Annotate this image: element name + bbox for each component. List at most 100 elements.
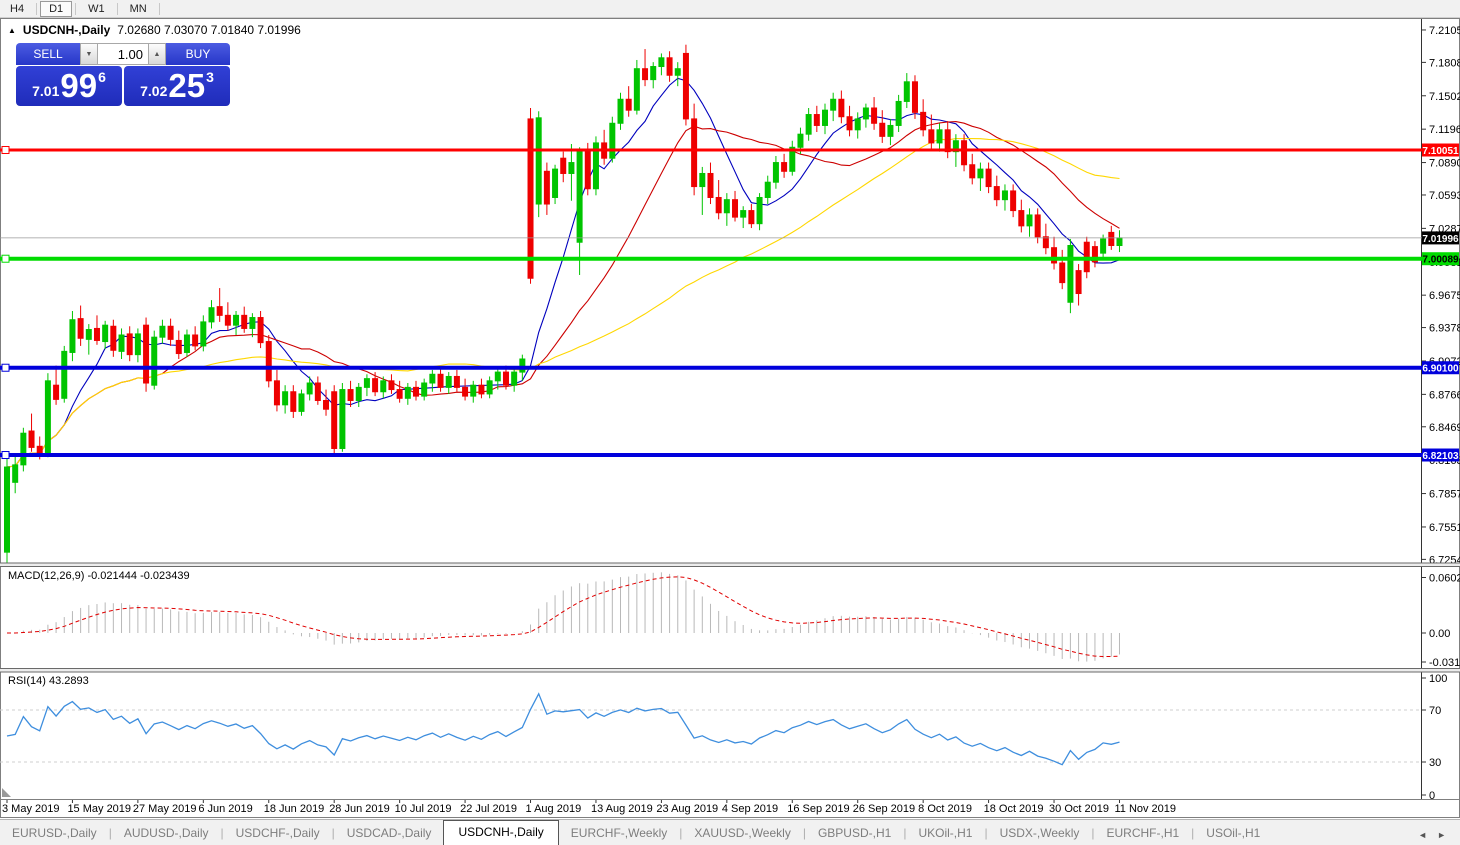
ask-price-panel[interactable]: 7.02 25 3 (124, 66, 230, 106)
ask-prefix: 7.02 (140, 83, 167, 99)
candle-body (757, 197, 762, 223)
candle-body (986, 169, 991, 186)
timeframe-button-h4[interactable]: H4 (1, 1, 33, 17)
candle-body (258, 318, 263, 343)
candle-body (479, 385, 484, 394)
rsi-axis-label: 70 (1429, 705, 1441, 717)
volume-input[interactable] (98, 44, 148, 64)
candle-body (422, 383, 427, 396)
candle-body (5, 467, 10, 552)
tab-usdx-weekly[interactable]: USDX-,Weekly (988, 822, 1092, 845)
volume-decrease-button[interactable]: ▼ (80, 43, 98, 65)
candle-body (896, 101, 901, 125)
candle-body (1101, 239, 1106, 253)
toolbar-separator (159, 3, 160, 15)
date-axis-label: 30 Oct 2019 (1049, 803, 1109, 815)
candle-body (54, 385, 59, 399)
price-axis-label: 7.21050 (1429, 25, 1460, 37)
candle-body (234, 315, 239, 325)
date-axis-label: 27 May 2019 (133, 803, 197, 815)
line-anchor-marker[interactable] (2, 147, 9, 154)
tab-eurusd-daily[interactable]: EURUSD-,Daily (0, 822, 109, 845)
candle-body (405, 387, 410, 398)
candle-body (970, 165, 975, 178)
candle-body (904, 82, 909, 102)
tab-gbpusd-h1[interactable]: GBPUSD-,H1 (806, 822, 903, 845)
tab-usdcnh-daily[interactable]: USDCNH-,Daily (443, 820, 558, 845)
sell-button[interactable]: SELL (16, 43, 80, 65)
timeframe-button-w1[interactable]: W1 (79, 1, 114, 17)
candle-body (659, 58, 664, 67)
candle-body (651, 67, 656, 80)
candle-body (1035, 215, 1040, 237)
candle-body (70, 320, 75, 353)
collapse-icon[interactable]: ▲ (8, 26, 16, 35)
date-axis-label: 8 Oct 2019 (918, 803, 972, 815)
date-axis-label: 22 Jul 2019 (460, 803, 517, 815)
line-anchor-marker[interactable] (2, 255, 9, 262)
panel-separator[interactable] (0, 563, 1460, 567)
tab-audusd-daily[interactable]: AUDUSD-,Daily (112, 822, 221, 845)
buy-button[interactable]: BUY (166, 43, 230, 65)
candle-body (29, 431, 34, 447)
candle-body (135, 334, 140, 355)
tab-usdchf-daily[interactable]: USDCHF-,Daily (224, 822, 332, 845)
candle-body (430, 374, 435, 383)
candle-body (1060, 263, 1065, 283)
candle-body (348, 390, 353, 401)
candle-body (1011, 191, 1016, 211)
candle-body (389, 381, 394, 390)
date-axis-label: 1 Aug 2019 (526, 803, 582, 815)
tab-usoil-h1[interactable]: USOil-,H1 (1194, 822, 1272, 845)
candle-body (487, 381, 492, 394)
price-axis-label: 7.11960 (1429, 124, 1460, 136)
line-anchor-marker[interactable] (2, 364, 9, 371)
candle-body (176, 340, 181, 353)
panel-separator[interactable] (0, 669, 1460, 673)
candle-body (561, 158, 566, 173)
candle-body (217, 307, 222, 316)
price-badge-label: 6.90100 (1422, 364, 1459, 375)
candle-body (1027, 215, 1032, 226)
price-axis-label: 7.08900 (1429, 158, 1460, 170)
line-anchor-marker[interactable] (2, 452, 9, 459)
candle-body (315, 383, 320, 400)
candle-body (242, 315, 247, 328)
tabs-scroll-right-icon[interactable]: ► (1437, 830, 1446, 840)
tab-xauusd-weekly[interactable]: XAUUSD-,Weekly (682, 822, 802, 845)
candle-body (765, 182, 770, 197)
tab-usdcad-daily[interactable]: USDCAD-,Daily (335, 822, 444, 845)
timeframe-button-d1[interactable]: D1 (40, 1, 72, 17)
candle-body (463, 387, 468, 396)
tabs-scroll-left-icon[interactable]: ◄ (1418, 830, 1427, 840)
date-axis-label: 26 Sep 2019 (853, 803, 915, 815)
candle-body (454, 376, 459, 387)
symbol-tab-bar: EURUSD-,Daily|AUDUSD-,Daily|USDCHF-,Dail… (0, 819, 1460, 845)
candle-body (307, 383, 312, 394)
candle-body (152, 337, 157, 385)
candle-body (945, 130, 950, 152)
candle-body (577, 152, 582, 243)
candle-body (250, 318, 255, 329)
candle-body (749, 211, 754, 224)
candle-body (585, 152, 590, 189)
candle-body (823, 110, 828, 125)
candle-body (266, 342, 271, 381)
tab-ukoil-h1[interactable]: UKOil-,H1 (906, 822, 984, 845)
candle-body (373, 379, 378, 392)
price-axis-label: 6.75510 (1429, 522, 1460, 534)
price-axis-label: 7.05930 (1429, 190, 1460, 202)
toolbar-separator (117, 3, 118, 15)
candle-body (708, 173, 713, 197)
candle-body (283, 392, 288, 405)
tab-eurchf-weekly[interactable]: EURCHF-,Weekly (559, 822, 679, 845)
bid-price-panel[interactable]: 7.01 99 6 (16, 66, 122, 106)
volume-increase-button[interactable]: ▲ (148, 43, 166, 65)
tab-eurchf-h1[interactable]: EURCHF-,H1 (1095, 822, 1192, 845)
candle-body (471, 385, 476, 396)
candle-body (340, 390, 345, 449)
candle-body (94, 328, 99, 340)
toolbar-separator (75, 3, 76, 15)
macd-axis-label: -0.03172 (1429, 657, 1460, 669)
timeframe-button-mn[interactable]: MN (121, 1, 156, 17)
